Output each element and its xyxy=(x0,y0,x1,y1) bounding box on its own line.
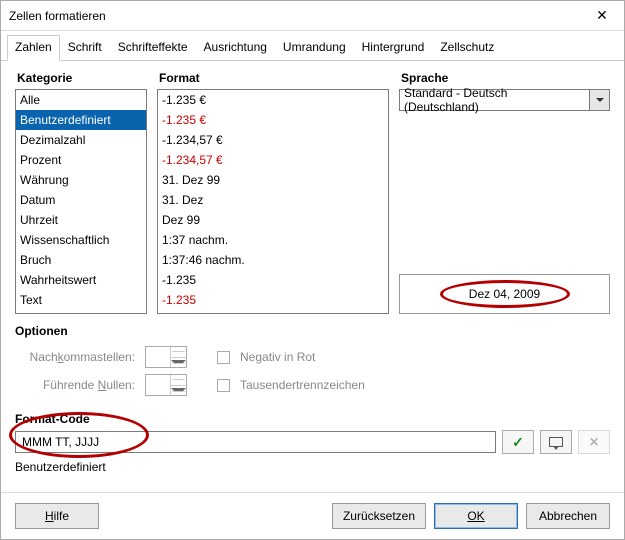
tausender-label: Tausendertrennzeichen xyxy=(240,378,365,392)
apply-code-button[interactable]: ✓ xyxy=(502,430,534,454)
tab-label: Umrandung xyxy=(283,40,346,54)
list-item[interactable]: -1.234,57 € xyxy=(158,130,372,150)
tab-hintergrund[interactable]: Hintergrund xyxy=(354,35,433,60)
format-code-input[interactable] xyxy=(15,431,496,453)
spin-up-button[interactable] xyxy=(171,347,186,358)
list-item[interactable]: Bruch xyxy=(16,250,146,270)
list-item[interactable]: Text xyxy=(16,290,146,310)
sprache-value: Standard - Deutsch (Deutschland) xyxy=(404,86,585,114)
tab-label: Zahlen xyxy=(15,40,52,54)
list-item[interactable]: 31. Dez xyxy=(158,190,372,210)
preview-box: Dez 04, 2009 xyxy=(399,274,610,314)
format-label: Format xyxy=(157,71,389,89)
ok-button[interactable]: OK xyxy=(434,503,518,529)
sprache-select[interactable]: Standard - Deutsch (Deutschland) xyxy=(399,89,590,111)
delete-code-button[interactable]: ✕ xyxy=(578,430,610,454)
list-item[interactable]: -1.235 xyxy=(158,270,372,290)
dialog-footer: Hilfe Zurücksetzen OK Abbrechen xyxy=(1,492,624,539)
spin-down-button[interactable] xyxy=(171,386,186,396)
chevron-down-icon xyxy=(596,98,604,102)
dialog-window: Zellen formatieren ✕ Zahlen Schrift Schr… xyxy=(0,0,625,540)
tab-label: Ausrichtung xyxy=(204,40,267,54)
status-line: Benutzerdefiniert xyxy=(15,460,610,474)
list-item[interactable]: Dez 99 xyxy=(158,210,372,230)
preview-text: Dez 04, 2009 xyxy=(469,287,540,301)
list-item[interactable]: 1:37 nachm. xyxy=(158,230,372,250)
optionen-section: Optionen Nachkommastellen: Negativ in Ro… xyxy=(15,324,610,402)
tab-schrift[interactable]: Schrift xyxy=(60,35,110,60)
list-item[interactable]: Währung xyxy=(16,170,146,190)
list-item[interactable]: -1.234,57 € xyxy=(158,150,372,170)
list-item[interactable]: Wahrheitswert xyxy=(16,270,146,290)
nullen-input[interactable] xyxy=(146,375,170,395)
tab-zahlen[interactable]: Zahlen xyxy=(7,35,60,61)
triangle-down-icon xyxy=(171,388,186,392)
format-listbox[interactable]: -1.235 €-1.235 €-1.234,57 €-1.234,57 €31… xyxy=(157,89,389,314)
x-icon: ✕ xyxy=(589,435,599,449)
triangle-up-icon xyxy=(171,351,186,352)
dialog-body: Kategorie AlleBenutzerdefiniertDezimalza… xyxy=(1,61,624,492)
sprache-dropdown-button[interactable] xyxy=(590,89,610,111)
tab-ausrichtung[interactable]: Ausrichtung xyxy=(196,35,275,60)
list-item[interactable]: Benutzerdefiniert xyxy=(16,110,146,130)
spin-up-button[interactable] xyxy=(171,375,186,386)
nullen-label: Führende Nullen: xyxy=(15,378,135,392)
triangle-up-icon xyxy=(171,379,186,380)
tab-umrandung[interactable]: Umrandung xyxy=(275,35,354,60)
format-code-header-text: Format-Code xyxy=(15,412,90,426)
list-item[interactable]: Alle xyxy=(16,90,146,110)
tab-bar: Zahlen Schrift Schrifteffekte Ausrichtun… xyxy=(1,31,624,61)
nullen-spinner[interactable] xyxy=(145,374,187,396)
tab-zellschutz[interactable]: Zellschutz xyxy=(432,35,502,60)
negativ-label: Negativ in Rot xyxy=(240,350,315,364)
format-code-header: Format-Code xyxy=(15,412,610,426)
cancel-button[interactable]: Abbrechen xyxy=(526,503,610,529)
nachkomma-input[interactable] xyxy=(146,347,170,367)
list-item[interactable]: Datum xyxy=(16,190,146,210)
close-button[interactable]: ✕ xyxy=(582,2,622,30)
spin-down-button[interactable] xyxy=(171,358,186,368)
list-item[interactable]: -1.235 € xyxy=(158,90,372,110)
check-icon: ✓ xyxy=(512,434,524,451)
kategorie-label: Kategorie xyxy=(15,71,147,89)
optionen-header: Optionen xyxy=(15,324,610,338)
tausender-checkbox[interactable] xyxy=(217,379,230,392)
list-item[interactable]: Prozent xyxy=(16,150,146,170)
list-item[interactable]: -1.235 xyxy=(158,290,372,310)
list-item[interactable]: 31. Dez 99 xyxy=(158,170,372,190)
tab-label: Schrifteffekte xyxy=(118,40,188,54)
list-item[interactable]: 1:37:46 nachm. xyxy=(158,250,372,270)
help-button[interactable]: Hilfe xyxy=(15,503,99,529)
tab-label: Schrift xyxy=(68,40,102,54)
comment-icon xyxy=(549,437,563,447)
comment-button[interactable] xyxy=(540,430,572,454)
list-item[interactable]: Uhrzeit xyxy=(16,210,146,230)
nachkomma-label: Nachkommastellen: xyxy=(15,350,135,364)
nachkomma-spinner[interactable] xyxy=(145,346,187,368)
triangle-down-icon xyxy=(171,360,186,364)
tab-label: Zellschutz xyxy=(440,40,494,54)
cancel-label: Abbrechen xyxy=(539,509,597,523)
close-icon: ✕ xyxy=(596,7,608,24)
reset-label: Zurücksetzen xyxy=(343,509,415,523)
list-item[interactable]: -1.235 € xyxy=(158,110,372,130)
negativ-checkbox[interactable] xyxy=(217,351,230,364)
help-label-rest: ilfe xyxy=(54,509,69,523)
ok-label: OK xyxy=(467,509,484,523)
window-title: Zellen formatieren xyxy=(9,9,106,23)
list-item[interactable]: -1.234,57 xyxy=(158,310,372,314)
tab-label: Hintergrund xyxy=(362,40,425,54)
tab-schrifteffekte[interactable]: Schrifteffekte xyxy=(110,35,196,60)
kategorie-listbox[interactable]: AlleBenutzerdefiniertDezimalzahlProzentW… xyxy=(15,89,147,314)
reset-button[interactable]: Zurücksetzen xyxy=(332,503,426,529)
list-item[interactable]: Wissenschaftlich xyxy=(16,230,146,250)
list-item[interactable]: Dezimalzahl xyxy=(16,130,146,150)
titlebar: Zellen formatieren ✕ xyxy=(1,1,624,31)
